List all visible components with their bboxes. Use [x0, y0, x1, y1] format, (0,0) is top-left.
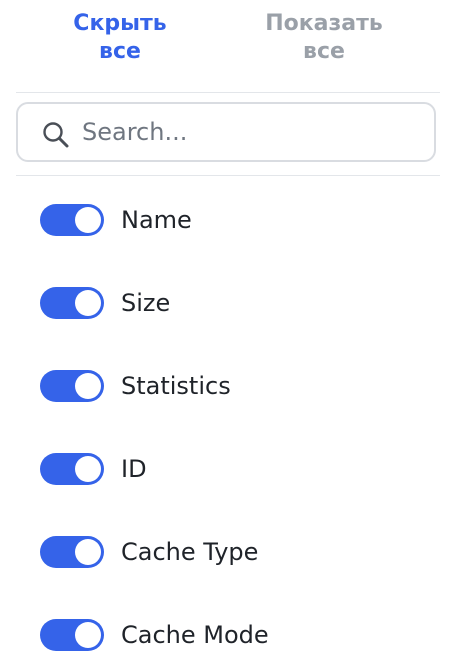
- toggle-label-id: ID: [121, 455, 147, 483]
- toggle-knob: [75, 373, 101, 399]
- toggle-label-statistics: Statistics: [121, 372, 231, 400]
- toggle-switch-name[interactable]: [40, 204, 104, 236]
- search-input[interactable]: [82, 112, 422, 152]
- divider: [16, 92, 440, 93]
- toggle-label-size: Size: [121, 289, 171, 317]
- toggle-switch-cache-mode[interactable]: [40, 619, 104, 651]
- visibility-actions: Скрыть все Показать все: [0, 10, 472, 74]
- toggle-row-statistics: Statistics: [0, 344, 472, 404]
- toggle-knob: [75, 539, 101, 565]
- toggle-label-cache-type: Cache Type: [121, 538, 259, 566]
- toggle-row-cache-type: Cache Type: [0, 510, 472, 570]
- divider: [16, 175, 440, 176]
- show-all-button[interactable]: Показать все: [244, 10, 404, 66]
- toggle-knob: [75, 622, 101, 648]
- toggle-row-size: Size: [0, 261, 472, 321]
- toggle-knob: [75, 290, 101, 316]
- toggle-switch-size[interactable]: [40, 287, 104, 319]
- toggle-switch-cache-type[interactable]: [40, 536, 104, 568]
- hide-all-button[interactable]: Скрыть все: [40, 10, 200, 66]
- toggle-switch-statistics[interactable]: [40, 370, 104, 402]
- toggle-knob: [75, 456, 101, 482]
- toggle-knob: [75, 207, 101, 233]
- toggle-label-name: Name: [121, 206, 192, 234]
- toggle-row-id: ID: [0, 427, 472, 487]
- toggle-row-cache-mode: Cache Mode: [0, 593, 472, 653]
- toggle-switch-id[interactable]: [40, 453, 104, 485]
- search-box[interactable]: [16, 102, 436, 162]
- toggle-row-name: Name: [0, 178, 472, 238]
- toggle-label-cache-mode: Cache Mode: [121, 621, 269, 649]
- search-icon: [43, 122, 69, 148]
